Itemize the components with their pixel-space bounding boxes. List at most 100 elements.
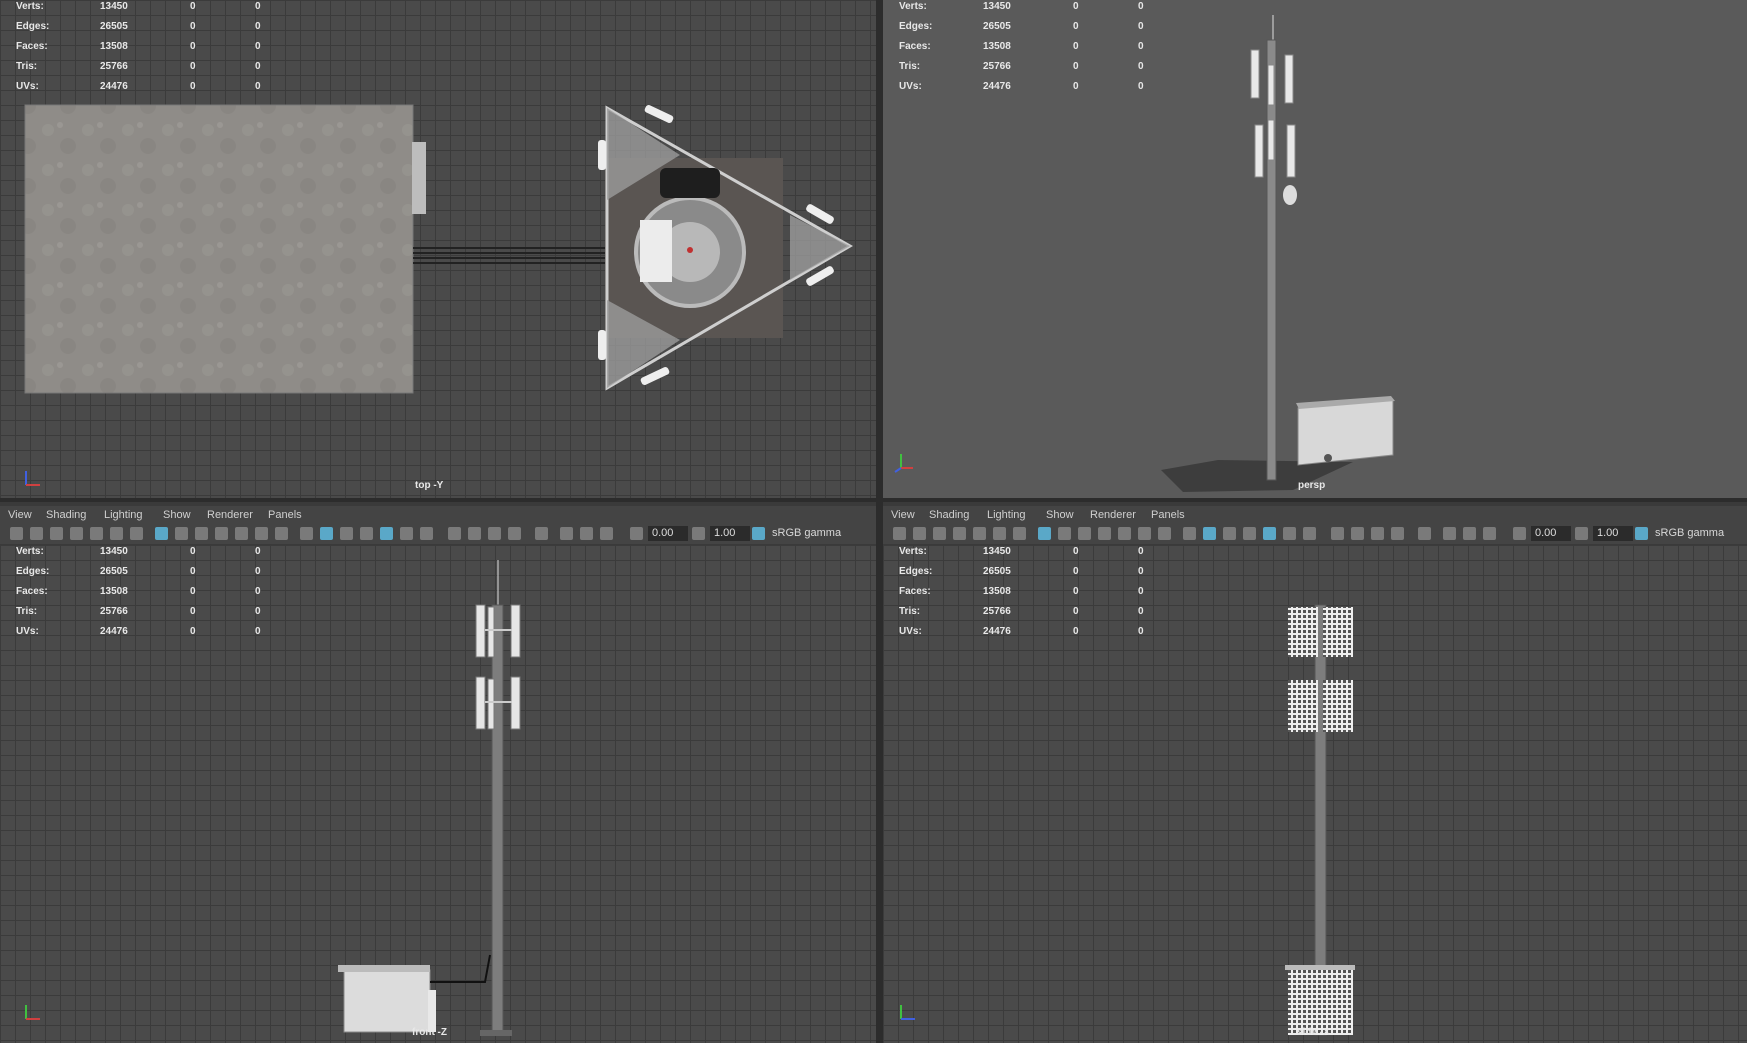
menu-panels[interactable]: Panels (1151, 509, 1185, 521)
viewport-top[interactable]: Verts: 13450 0 0 Edges: 26505 0 0 Faces: 13508 0… (0, 0, 876, 498)
default-material-icon[interactable] (340, 527, 353, 540)
grid-icon[interactable] (1038, 527, 1051, 540)
grease-pencil-icon[interactable] (110, 527, 123, 540)
smooth-shade-icon[interactable] (320, 527, 333, 540)
shadow-icon[interactable] (1303, 527, 1316, 540)
menu-shading[interactable]: Shading (929, 509, 969, 521)
resolution-gate-icon[interactable] (195, 527, 208, 540)
menu-lighting[interactable]: Lighting (104, 509, 143, 521)
camera-icon[interactable] (10, 527, 23, 540)
side-view-model[interactable] (883, 545, 1747, 1043)
equipment-cabinet (343, 969, 431, 1033)
bookmark-icon[interactable] (50, 527, 63, 540)
menu-renderer[interactable]: Renderer (1090, 509, 1136, 521)
color-space-label[interactable]: sRGB gamma (772, 527, 841, 539)
persp-view-model[interactable] (883, 0, 1747, 498)
gate-mask-icon[interactable] (1098, 527, 1111, 540)
gamma-icon[interactable] (692, 527, 705, 540)
wireframe-on-shaded-icon[interactable] (360, 527, 373, 540)
menu-show[interactable]: Show (163, 509, 191, 521)
light-icon[interactable] (1283, 527, 1296, 540)
camera-attributes-icon[interactable] (30, 527, 43, 540)
image-plane-icon[interactable] (70, 527, 83, 540)
xray-icon[interactable] (560, 527, 573, 540)
exposure-field[interactable]: 0.00 (648, 526, 688, 541)
safe-action-icon[interactable] (1138, 527, 1151, 540)
shadow-icon[interactable] (420, 527, 433, 540)
menu-lighting[interactable]: Lighting (987, 509, 1026, 521)
equipment-cabinet (1296, 396, 1395, 466)
viewport-side[interactable]: Verts: 13450 0 0 Edges: 26505 0 0 Faces: 13508 0… (883, 545, 1747, 1043)
menu-panels[interactable]: Panels (268, 509, 302, 521)
safe-action-icon[interactable] (255, 527, 268, 540)
safe-title-icon[interactable] (275, 527, 288, 540)
anti-aliasing-icon[interactable] (488, 527, 501, 540)
menu-renderer[interactable]: Renderer (207, 509, 253, 521)
gamma-icon[interactable] (1575, 527, 1588, 540)
slab-lip (412, 142, 426, 214)
field-chart-icon[interactable] (235, 527, 248, 540)
safe-title-icon[interactable] (1158, 527, 1171, 540)
texture-icon[interactable] (380, 527, 393, 540)
light-icon[interactable] (400, 527, 413, 540)
grease-pencil-2-icon[interactable] (130, 527, 143, 540)
xray-joints-icon[interactable] (1463, 527, 1476, 540)
2d-pan-icon[interactable] (90, 527, 103, 540)
menu-view[interactable]: View (8, 509, 32, 521)
camera-icon[interactable] (893, 527, 906, 540)
front-view-model[interactable] (0, 545, 876, 1043)
texture-icon[interactable] (1263, 527, 1276, 540)
film-gate-icon[interactable] (1058, 527, 1071, 540)
vertical-divider[interactable] (876, 0, 883, 1043)
image-plane-icon[interactable] (953, 527, 966, 540)
xray-components-icon[interactable] (1483, 527, 1496, 540)
gamma-field[interactable]: 1.00 (710, 526, 750, 541)
depth-of-field-icon[interactable] (1391, 527, 1404, 540)
wireframe-on-shaded-icon[interactable] (1243, 527, 1256, 540)
grease-pencil-icon[interactable] (993, 527, 1006, 540)
default-material-icon[interactable] (1223, 527, 1236, 540)
isolate-icon[interactable] (1418, 527, 1431, 540)
2d-pan-icon[interactable] (973, 527, 986, 540)
gamma-field[interactable]: 1.00 (1593, 526, 1633, 541)
anti-aliasing-icon[interactable] (1371, 527, 1384, 540)
xray-icon[interactable] (1443, 527, 1456, 540)
motion-blur-icon[interactable] (468, 527, 481, 540)
panel-menubar-side: View Shading Lighting Show Renderer Pane… (883, 506, 1747, 524)
grease-pencil-2-icon[interactable] (1013, 527, 1026, 540)
horizontal-divider[interactable] (0, 498, 1747, 502)
viewport-front[interactable]: Verts: 13450 0 0 Edges: 26505 0 0 Faces: 13508 0… (0, 545, 876, 1043)
wireframe-icon[interactable] (300, 527, 313, 540)
menu-shading[interactable]: Shading (46, 509, 86, 521)
grid-icon[interactable] (155, 527, 168, 540)
menu-view[interactable]: View (891, 509, 915, 521)
color-space-icon[interactable] (752, 527, 765, 540)
isolate-icon[interactable] (535, 527, 548, 540)
ambient-occlusion-icon[interactable] (1331, 527, 1344, 540)
field-chart-icon[interactable] (1118, 527, 1131, 540)
color-space-label[interactable]: sRGB gamma (1655, 527, 1724, 539)
depth-of-field-icon[interactable] (508, 527, 521, 540)
gate-mask-icon[interactable] (215, 527, 228, 540)
xray-joints-icon[interactable] (580, 527, 593, 540)
color-space-icon[interactable] (1635, 527, 1648, 540)
bookmark-icon[interactable] (933, 527, 946, 540)
viewport-persp[interactable]: Verts: 13450 0 0 Edges: 26505 0 0 Faces: 13508 0… (883, 0, 1747, 498)
smooth-shade-icon[interactable] (1203, 527, 1216, 540)
exposure-icon[interactable] (1513, 527, 1526, 540)
camera-label-front: front -Z (412, 1027, 447, 1038)
xray-components-icon[interactable] (600, 527, 613, 540)
exposure-field[interactable]: 0.00 (1531, 526, 1571, 541)
panel-toolbar-side: 0.00 1.00 sRGB gamma (883, 524, 1747, 544)
top-view-model[interactable] (0, 0, 876, 498)
axis-gizmo-top (22, 465, 42, 486)
menu-show[interactable]: Show (1046, 509, 1074, 521)
resolution-gate-icon[interactable] (1078, 527, 1091, 540)
ambient-occlusion-icon[interactable] (448, 527, 461, 540)
camera-attributes-icon[interactable] (913, 527, 926, 540)
wireframe-icon[interactable] (1183, 527, 1196, 540)
motion-blur-icon[interactable] (1351, 527, 1364, 540)
tower-pole (491, 604, 504, 1036)
film-gate-icon[interactable] (175, 527, 188, 540)
exposure-icon[interactable] (630, 527, 643, 540)
